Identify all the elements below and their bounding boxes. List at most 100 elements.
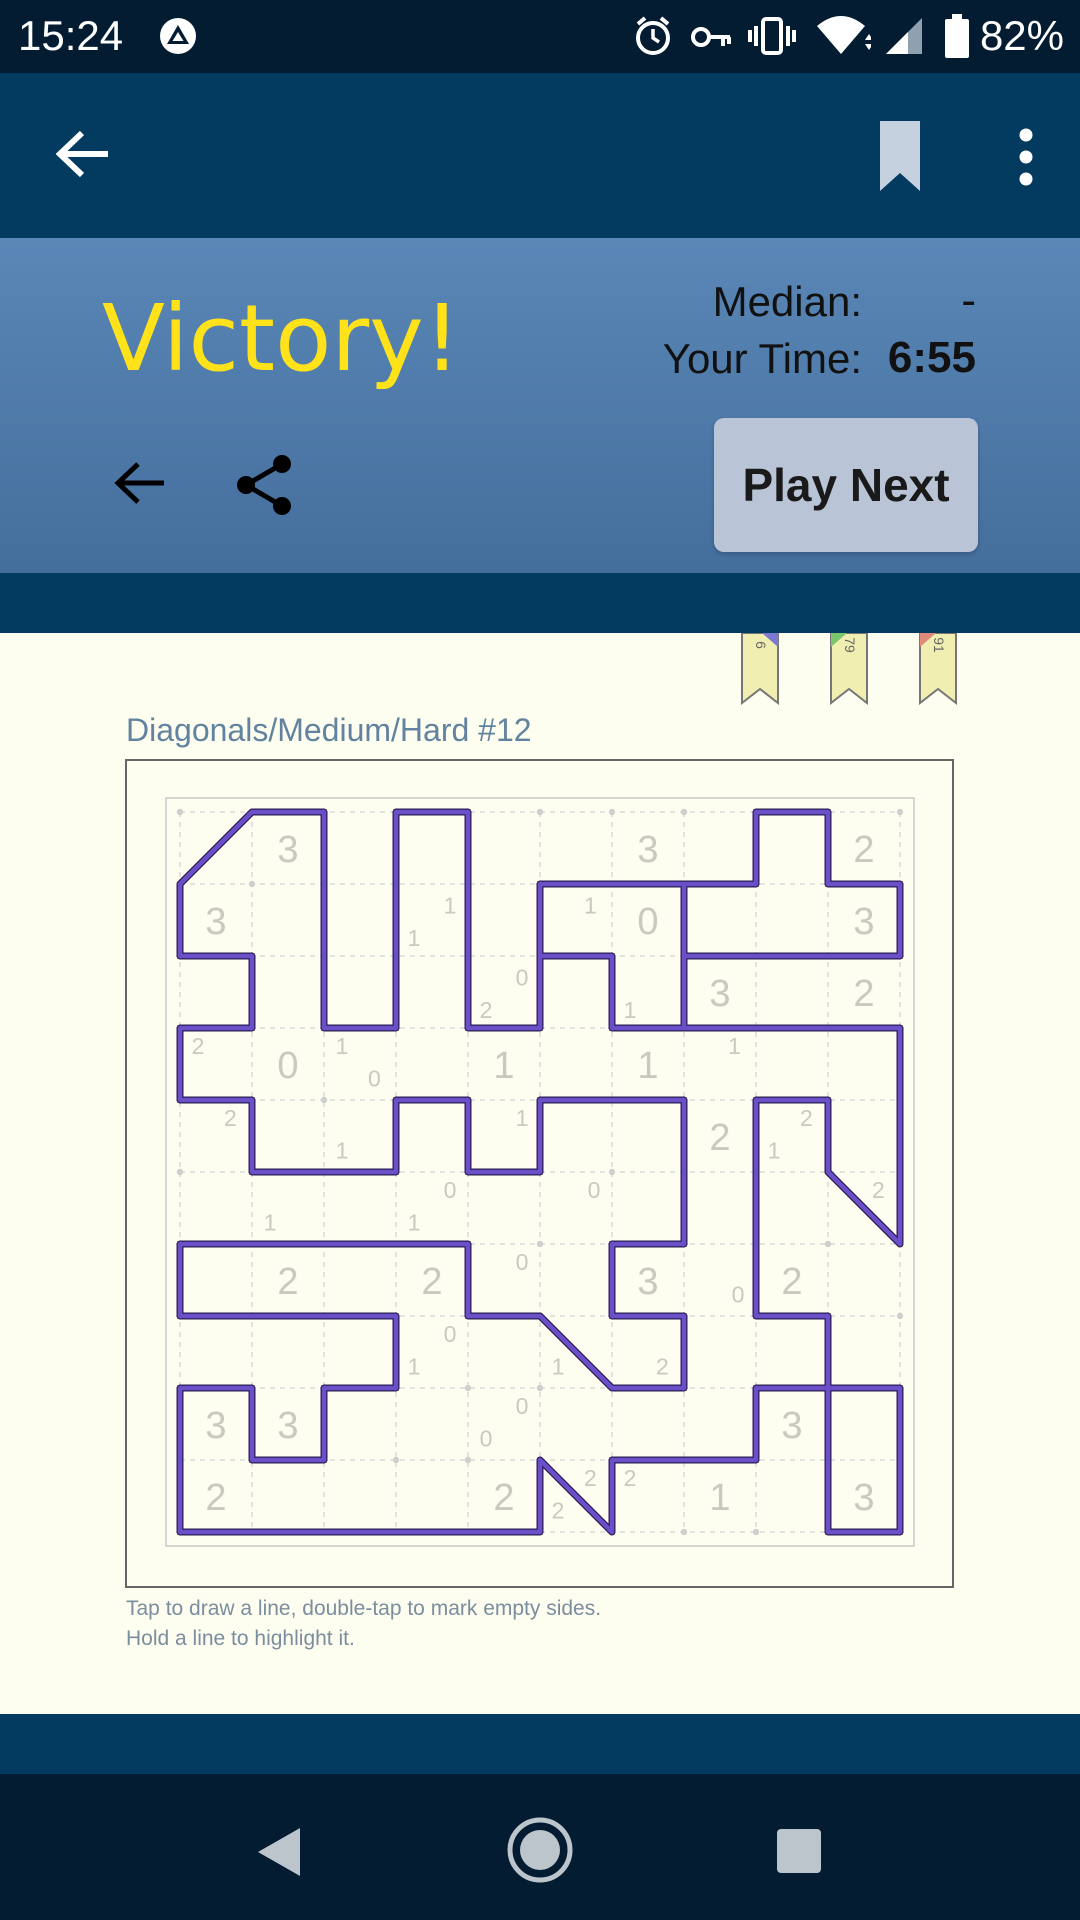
diagonal-clue: 1 [336, 1033, 349, 1059]
battery-percent: 82% [979, 12, 1064, 59]
undo-arrow-icon[interactable] [110, 458, 168, 513]
nav-back-icon[interactable] [254, 1826, 302, 1883]
grid-dot [464, 1384, 472, 1392]
diagonal-clue: 2 [872, 1177, 885, 1203]
back-arrow-icon[interactable] [55, 129, 110, 184]
diagonal-clue: 2 [584, 1465, 597, 1491]
diagonal-clue: 2 [656, 1353, 669, 1379]
cell-clue: 2 [709, 1117, 730, 1159]
bookmark-icon[interactable] [880, 121, 920, 198]
cell-clue: 3 [853, 901, 874, 943]
grid-dot [536, 1240, 544, 1248]
cell-clue: 2 [277, 1261, 298, 1303]
grid-dot [608, 1168, 616, 1176]
diagonal-clue: 1 [552, 1353, 565, 1379]
cell-clue: 2 [205, 1477, 226, 1519]
grid-dot [824, 1240, 832, 1248]
alarm-icon [632, 14, 674, 63]
play-next-button[interactable]: Play Next [714, 418, 978, 552]
cell-clue: 2 [421, 1261, 442, 1303]
grid-dot [176, 1168, 184, 1176]
system-nav-bar [0, 1774, 1080, 1920]
cell-clue: 0 [637, 901, 658, 943]
diagonal-clue: 0 [516, 1249, 529, 1275]
instructions-line-1: Tap to draw a line, double-tap to mark e… [126, 1597, 602, 1620]
diagonal-clue: 2 [480, 997, 493, 1023]
ribbon-number-3: 91 [931, 637, 947, 653]
cell-clue: 3 [205, 901, 226, 943]
cell-clue: 3 [277, 829, 298, 871]
diagonal-clue: 1 [768, 1137, 781, 1163]
grid-dot [608, 808, 616, 816]
ribbon-number-1: 6 [753, 641, 769, 649]
more-options-icon[interactable] [1016, 127, 1036, 192]
cell-clue: 3 [781, 1405, 802, 1447]
cell-clue: 2 [853, 973, 874, 1015]
nav-home-icon[interactable] [506, 1816, 574, 1889]
diagonal-clue: 2 [624, 1465, 637, 1491]
victory-title: Victory! [102, 285, 461, 392]
ribbon-number-2: 79 [842, 637, 858, 653]
cell-clue: 3 [277, 1405, 298, 1447]
nav-recents-icon[interactable] [776, 1828, 822, 1879]
battery-icon [944, 14, 970, 63]
notification-icon [158, 16, 198, 61]
wifi-icon [815, 14, 873, 61]
diagonal-clue: 1 [264, 1209, 277, 1235]
diagonal-clue: 0 [444, 1177, 457, 1203]
cell-clue: 2 [781, 1261, 802, 1303]
grid-dot [752, 1528, 760, 1536]
status-time: 15:24 [18, 12, 124, 59]
app-bar [0, 73, 1080, 238]
ribbon-green: 79 [830, 633, 868, 705]
cell-clue: 1 [493, 1045, 514, 1087]
vpn-key-icon [690, 22, 732, 57]
separator-strip [0, 573, 1080, 633]
diagonal-clue: 2 [800, 1105, 813, 1131]
diagonal-clue: 1 [516, 1105, 529, 1131]
instructions: Tap to draw a line, double-tap to mark e… [126, 1594, 601, 1654]
diagonal-clue: 1 [624, 997, 637, 1023]
grid-dot [536, 808, 544, 816]
your-time-value: 6:55 [887, 333, 976, 382]
vibrate-icon [748, 16, 796, 61]
ribbon-red: 91 [919, 633, 957, 705]
bottom-strip [0, 1714, 1080, 1774]
grid-dot [536, 1384, 544, 1392]
your-time-label: Your Time: [662, 335, 862, 382]
grid-dot [320, 1096, 328, 1104]
status-bar: 15:24 82% [0, 0, 1080, 73]
diagonal-clue: 0 [516, 1393, 529, 1419]
cell-clue: 1 [709, 1477, 730, 1519]
ribbon-purple: 6 [741, 633, 779, 705]
diagonal-clue: 0 [444, 1321, 457, 1347]
diagonal-clue: 2 [552, 1497, 565, 1523]
diagonal-clue: 1 [728, 1033, 741, 1059]
grid-dot [464, 1456, 472, 1464]
puzzle-grid[interactable]: 3 3 23 0 33 20 1 122 2 3 23 3 32 2 1 311102 12 101211 210 0… [125, 759, 954, 1588]
cell-clue: 3 [637, 829, 658, 871]
diagonal-clue: 1 [408, 925, 421, 951]
cell-clue: 3 [205, 1405, 226, 1447]
puzzle-title: Diagonals/Medium/Hard #12 [126, 712, 532, 748]
diagonal-clue: 2 [192, 1033, 205, 1059]
diagonal-clue: 1 [584, 893, 597, 919]
share-icon[interactable] [234, 454, 296, 521]
median-value: - [961, 276, 976, 325]
diagonal-clue: 2 [224, 1105, 237, 1131]
cell-clue: 2 [853, 829, 874, 871]
grid-dot [392, 1456, 400, 1464]
grid-dot [176, 808, 184, 816]
cell-clue: 3 [853, 1477, 874, 1519]
diagonal-clue: 0 [368, 1065, 381, 1091]
grid-dot [896, 1312, 904, 1320]
diagonal-clue: 0 [588, 1177, 601, 1203]
diagonal-clue: 1 [336, 1137, 349, 1163]
cell-clue: 0 [277, 1045, 298, 1087]
grid-dot [680, 1528, 688, 1536]
diagonal-clue: 1 [408, 1353, 421, 1379]
cell-clue: 3 [637, 1261, 658, 1303]
grid-dot [248, 880, 256, 888]
grid-dot [896, 808, 904, 816]
diagonal-clue: 1 [444, 893, 457, 919]
